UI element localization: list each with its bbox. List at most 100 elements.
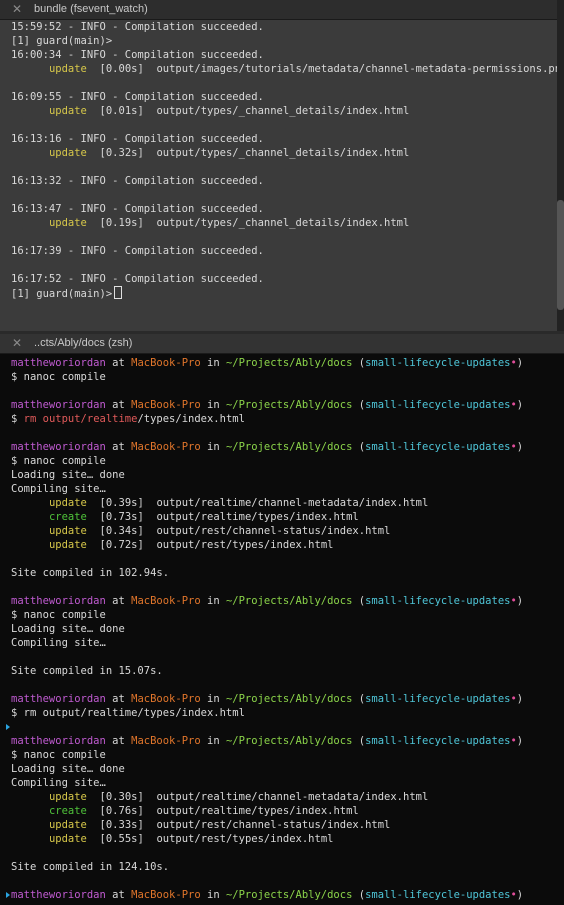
output-line: [1] guard(main)> (11, 286, 560, 300)
prompt-paren: ( (352, 357, 366, 369)
prompt-branch: small-lifecycle-updates (365, 735, 511, 747)
log-time: 16:13:47 (11, 203, 62, 215)
prompt-user: mattheworiordan (11, 889, 106, 901)
prompt-paren: ) (516, 441, 524, 453)
prompt-user: mattheworiordan (11, 693, 106, 705)
compile-action-line: create [0.73s] output/realtime/types/ind… (11, 510, 560, 524)
top-terminal-pane[interactable]: ✕ bundle (fsevent_watch) 15:59:52 - INFO… (0, 0, 564, 331)
action-label: update (48, 63, 87, 75)
compile-action-line: update [0.01s] output/types/_channel_det… (11, 104, 560, 118)
compile-action-line: update [0.55s] output/rest/types/index.h… (11, 832, 560, 846)
output-line: $ rm output/realtime/types/index.html (11, 706, 560, 720)
prompt-user: mattheworiordan (11, 357, 106, 369)
log-message: - INFO - Compilation succeeded. (61, 203, 264, 215)
prompt-sep: at (105, 357, 132, 369)
log-line: 16:17:39 - INFO - Compilation succeeded. (11, 244, 560, 258)
action-label: update (48, 105, 87, 117)
action-path: output/realtime/channel-metadata/index.h… (156, 497, 429, 509)
compile-action-line: update [0.30s] output/realtime/channel-m… (11, 790, 560, 804)
prompt-branch: small-lifecycle-updates (365, 441, 511, 453)
action-label: update (48, 525, 87, 537)
log-message: - INFO - Compilation succeeded. (61, 245, 264, 257)
output-line: $ nanoc compile (11, 370, 560, 384)
prompt-paren: ( (352, 735, 366, 747)
scroll-thumb[interactable] (557, 200, 564, 310)
output-line: Compiling site… (11, 776, 560, 790)
output-text: Compiling site… (11, 637, 106, 649)
prompt-paren: ) (516, 693, 524, 705)
output-text: $ nanoc compile (11, 749, 106, 761)
output-line: Loading site… done (11, 468, 560, 482)
tab-title[interactable]: bundle (fsevent_watch) (34, 3, 148, 15)
log-time: 16:13:16 (11, 133, 62, 145)
prompt-branch: small-lifecycle-updates (365, 357, 511, 369)
prompt-host: MacBook-Pro (131, 399, 201, 411)
command-prefix: $ (11, 413, 24, 425)
close-icon[interactable]: ✕ (12, 336, 22, 350)
prompt-sep: at (105, 735, 132, 747)
output-text: $ rm output/realtime/types/index.html (11, 707, 245, 719)
output-line: [1] guard(main)> (11, 34, 560, 48)
close-icon[interactable]: ✕ (12, 2, 22, 16)
prompt-path: ~/Projects/Ably/docs (225, 595, 353, 607)
prompt-line: mattheworiordan at MacBook-Pro in ~/Proj… (11, 888, 560, 902)
log-line: 15:59:52 - INFO - Compilation succeeded. (11, 20, 560, 34)
action-duration: [0.32s] (99, 147, 144, 159)
terminal-output[interactable]: 15:59:52 - INFO - Compilation succeeded.… (11, 20, 564, 300)
log-time: 16:00:34 (11, 49, 62, 61)
prompt-host: MacBook-Pro (131, 693, 201, 705)
prompt-sep: in (200, 357, 226, 369)
bottom-tab-bar: ✕ ..cts/Ably/docs (zsh) (0, 334, 564, 354)
prompt-paren: ) (516, 735, 524, 747)
action-duration: [0.39s] (99, 497, 144, 509)
action-duration: [0.73s] (99, 511, 144, 523)
log-line: 16:00:34 - INFO - Compilation succeeded. (11, 48, 560, 62)
tab-title[interactable]: ..cts/Ably/docs (zsh) (34, 337, 132, 349)
action-path: output/types/_channel_details/index.html (156, 105, 410, 117)
prompt-path: ~/Projects/Ably/docs (225, 357, 353, 369)
command-suffix: /types/index.html (137, 413, 245, 425)
prompt-sep: at (105, 693, 132, 705)
prompt-branch: small-lifecycle-updates (365, 399, 511, 411)
prompt-sep: in (200, 889, 226, 901)
command-highlight: rm output/realtime (23, 413, 138, 425)
terminal-output[interactable]: mattheworiordan at MacBook-Pro in ~/Proj… (11, 356, 560, 902)
action-label: update (48, 833, 87, 845)
output-line: Compiling site… (11, 636, 560, 650)
action-path: output/rest/types/index.html (156, 833, 334, 845)
prompt-path: ~/Projects/Ably/docs (225, 399, 353, 411)
text-cursor (114, 286, 123, 299)
action-label: update (48, 497, 87, 509)
action-path: output/rest/types/index.html (156, 539, 334, 551)
output-line: Loading site… done (11, 622, 560, 636)
bottom-terminal-pane[interactable]: ✕ ..cts/Ably/docs (zsh) mattheworiordan … (0, 334, 564, 905)
output-line: Site compiled in 102.94s. (11, 566, 560, 580)
prompt-line: mattheworiordan at MacBook-Pro in ~/Proj… (11, 692, 560, 706)
output-line: $ nanoc compile (11, 454, 560, 468)
action-duration: [0.01s] (99, 105, 144, 117)
prompt-path: ~/Projects/Ably/docs (225, 693, 353, 705)
prompt-sep: in (200, 399, 226, 411)
action-duration: [0.00s] (99, 63, 144, 75)
log-time: 16:17:52 (11, 273, 62, 285)
prompt-user: mattheworiordan (11, 595, 106, 607)
scrollbar[interactable] (557, 0, 564, 331)
output-text: [1] guard(main)> (11, 35, 113, 47)
mark-indicator (6, 892, 10, 898)
log-line: 16:13:32 - INFO - Compilation succeeded. (11, 174, 560, 188)
